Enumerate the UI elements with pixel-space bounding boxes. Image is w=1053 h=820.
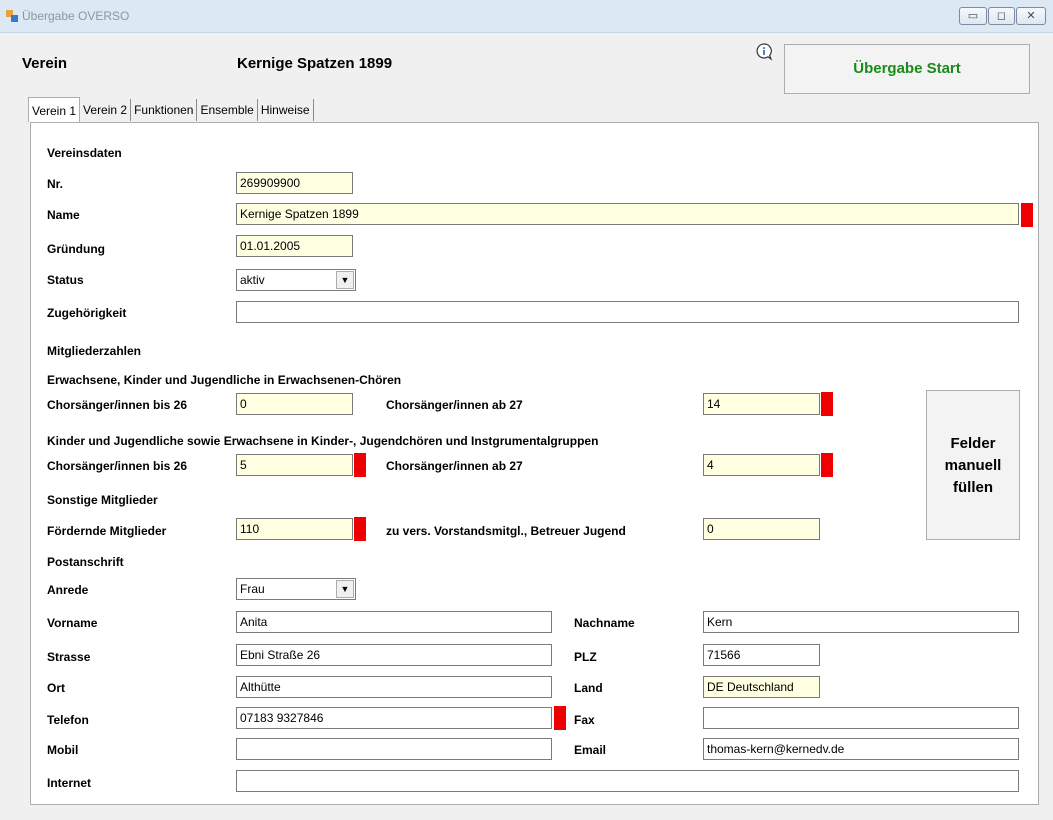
tab-funktionen[interactable]: Funktionen [131,99,198,121]
gruendung-label: Gründung [47,242,105,256]
g1-ab27-field[interactable]: 14 [703,393,820,415]
g1-bis26-label: Chorsänger/innen bis 26 [47,398,188,412]
section-vereinsdaten: Vereinsdaten [47,146,122,160]
g2-ab27-field[interactable]: 4 [703,454,820,476]
mobil-field[interactable] [236,738,552,760]
foerdernd-label: Fördernde Mitglieder [47,524,167,538]
email-field[interactable]: thomas-kern@kernedv.de [703,738,1019,760]
tab-hinweise[interactable]: Hinweise [257,99,314,121]
section-postanschrift: Postanschrift [47,555,124,569]
nr-label: Nr. [47,177,64,191]
vorname-label: Vorname [47,616,98,630]
tab-verein-2[interactable]: Verein 2 [80,99,132,121]
manual-label-line2: manuell [944,457,1002,474]
foerdernd-field[interactable]: 110 [236,518,353,540]
strasse-label: Strasse [47,650,91,664]
fax-label: Fax [574,713,595,727]
ort-label: Ort [47,681,65,695]
felder-manuell-fuellen-button[interactable]: Felder manuell füllen [926,390,1020,540]
nachname-label: Nachname [574,616,635,630]
window-title: Übergabe OVERSO [22,9,130,23]
required-marker [354,517,366,541]
email-label: Email [574,743,607,757]
manual-label-line3: füllen [953,479,993,496]
minimize-button[interactable]: ▭ [959,7,987,25]
internet-label: Internet [47,776,92,790]
start-button-label: Übergabe Start [853,60,961,77]
dropdown-arrow-icon[interactable]: ▼ [336,271,354,289]
vorstand-field[interactable]: 0 [703,518,820,540]
close-button[interactable]: ✕ [1016,7,1046,25]
land-field[interactable]: DE Deutschland [703,676,820,698]
zugehoerigkeit-field[interactable] [236,301,1019,323]
group-sonstige: Sonstige Mitglieder [47,493,158,507]
verein-label: Verein [22,55,68,72]
required-marker [354,453,366,477]
maximize-icon: ◻ [996,10,1007,22]
anrede-label: Anrede [47,583,89,597]
app-icon [6,10,18,22]
land-label: Land [574,681,603,695]
manual-button-label: Felder manuell füllen [927,433,1019,499]
gruendung-field[interactable]: 01.01.2005 [236,235,353,257]
fax-field[interactable] [703,707,1019,729]
maximize-button[interactable]: ◻ [988,7,1015,25]
plz-field[interactable]: 71566 [703,644,820,666]
mobil-label: Mobil [47,743,79,757]
verein-name: Kernige Spatzen 1899 [237,55,393,72]
nachname-field[interactable]: Kern [703,611,1019,633]
anrede-value: Frau [240,582,265,596]
status-label: Status [47,273,84,287]
minimize-icon: ▭ [967,10,979,22]
required-marker [554,706,566,730]
ort-field[interactable]: Althütte [236,676,552,698]
zugehoerigkeit-label: Zugehörigkeit [47,306,127,320]
dropdown-arrow-icon[interactable]: ▼ [336,580,354,598]
g1-ab27-label: Chorsänger/innen ab 27 [386,398,523,412]
vorname-field[interactable]: Anita [236,611,552,633]
g2-bis26-field[interactable]: 5 [236,454,353,476]
strasse-field[interactable]: Ebni Straße 26 [236,644,552,666]
manual-label-line1: Felder [950,435,996,452]
group-erwachsene: Erwachsene, Kinder und Jugendliche in Er… [47,373,402,387]
name-field[interactable]: Kernige Spatzen 1899 [236,203,1019,225]
telefon-field[interactable]: 07183 9327846 [236,707,552,729]
g1-bis26-field[interactable]: 0 [236,393,353,415]
vorstand-label: zu vers. Vorstandsmitgl., Betreuer Jugen… [386,524,626,538]
g2-bis26-label: Chorsänger/innen bis 26 [47,459,188,473]
status-select[interactable]: aktiv ▼ [236,269,356,291]
telefon-label: Telefon [47,713,89,727]
required-marker [821,453,833,477]
anrede-select[interactable]: Frau ▼ [236,578,356,600]
close-icon: ✕ [1026,10,1036,22]
internet-field[interactable] [236,770,1019,792]
uebergabe-start-button[interactable]: Übergabe Start [784,44,1030,94]
plz-label: PLZ [574,650,597,664]
name-label: Name [47,208,80,222]
tab-bar: Verein 1 Verein 2 Funktionen Ensemble Hi… [28,97,314,123]
g2-ab27-label: Chorsänger/innen ab 27 [386,459,523,473]
nr-field[interactable]: 269909900 [236,172,353,194]
section-mitgliederzahlen: Mitgliederzahlen [47,344,142,358]
tab-ensemble[interactable]: Ensemble [197,99,258,121]
info-icon[interactable] [754,42,774,62]
title-bar: Übergabe OVERSO ▭ ◻ ✕ [0,0,1053,33]
required-marker [821,392,833,416]
tab-verein-1[interactable]: Verein 1 [28,97,81,122]
required-marker [1021,203,1033,227]
status-value: aktiv [240,273,265,287]
group-kinder-jugend: Kinder und Jugendliche sowie Erwachsene … [47,434,599,448]
